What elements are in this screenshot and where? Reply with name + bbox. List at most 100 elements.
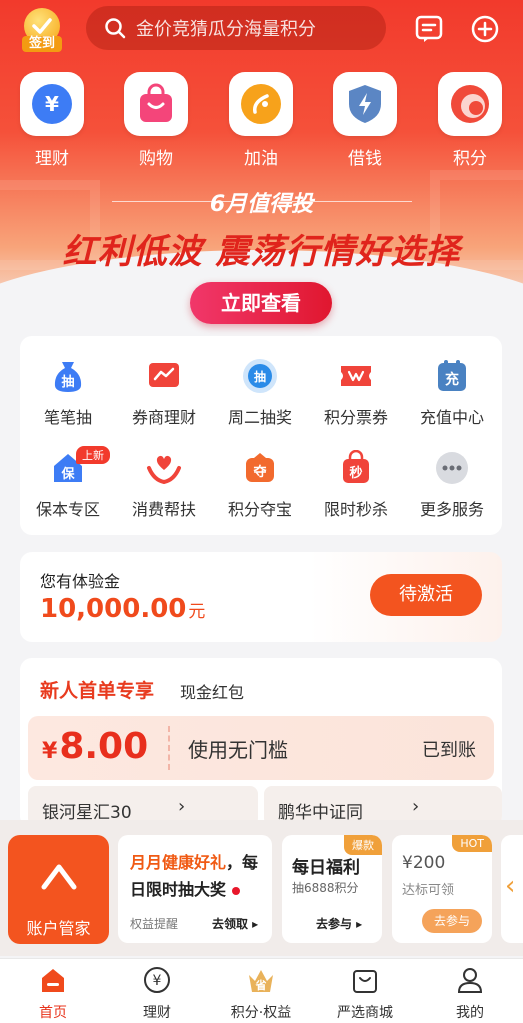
crown-points-icon: 省 [249,970,273,992]
service-label: 积分票券 [323,408,388,427]
promo-tag: 权益提醒 [130,917,179,931]
service-label: 积分夺宝 [227,500,292,519]
service-consumer-aid[interactable]: 消费帮扶 [116,450,212,520]
add-icon[interactable] [470,14,500,44]
experience-title: 您有体验金 [40,572,121,591]
cash-coupon[interactable]: ¥8.00 使用无门槛 已到账 [28,716,494,780]
quick-item-loan[interactable]: 借钱 [330,72,400,169]
new-badge: 上新 [76,446,110,464]
reward-card[interactable]: HOT ¥200 达标可领 去参与 [392,835,492,943]
recharge-icon: 充 [438,360,466,391]
service-more[interactable]: 更多服务 [404,450,500,520]
service-label: 消费帮扶 [131,500,196,519]
money-bag-icon: 抽 [54,362,82,392]
floating-promo-bar: 账户管家 月月健康好礼，每日限时抽大奖 权益提醒 去领取 ▸ 爆款 每日福利 抽… [0,820,523,956]
reward-desc: 达标可领 [402,883,455,898]
new-user-section: 新人首单专享 现金红包 ¥8.00 使用无门槛 已到账 银河星汇30 › 鹏华中… [20,658,502,828]
dot-icon [232,886,241,895]
banner-view-button[interactable]: 立即查看 [190,282,332,324]
tab-label: 积分·权益 [230,1005,292,1021]
shopping-bag-outline-icon [353,970,377,993]
svg-text:夺: 夺 [252,464,267,480]
service-tuesday-lottery[interactable]: 抽 周二抽奖 [212,358,308,428]
search-placeholder: 金价竞猜瓜分海量积分 [136,19,316,40]
service-recharge[interactable]: 充 充值中心 [404,358,500,428]
join-button[interactable]: 去参与 [422,909,482,933]
svg-text:抽: 抽 [61,374,74,390]
activate-button[interactable]: 待激活 [370,574,482,616]
service-label: 周二抽奖 [227,408,292,427]
service-label: 笔笔抽 [43,408,92,427]
search-icon [105,18,126,39]
tab-finance[interactable]: ¥ 理财 [112,965,202,1022]
new-user-subtitle: 现金红包 [180,683,245,702]
service-flash-sale[interactable]: 秒 限时秒杀 [308,449,404,520]
chevron-right-icon: › [178,796,186,817]
service-bibichou[interactable]: 抽 笔笔抽 [20,358,116,428]
claim-link[interactable]: 去领取 ▸ [212,915,258,932]
chart-icon [149,363,179,387]
helping-hands-icon [147,455,181,485]
coupon-description: 使用无门槛 [188,738,288,762]
join-link[interactable]: 去参与 ▸ [316,915,362,932]
shopping-bag-icon [124,72,188,136]
flash-sale-bag-icon: 秒 [343,449,369,483]
service-label: 充值中心 [419,408,484,427]
service-broker-finance[interactable]: 券商理财 [116,358,212,428]
quick-item-label: 购物 [139,149,173,169]
tab-home[interactable]: 首页 [8,965,98,1022]
message-icon[interactable] [414,14,444,44]
tab-label: 首页 [39,1005,67,1021]
quick-item-fuel[interactable]: 加油 [226,72,296,169]
svg-text:充: 充 [445,371,459,388]
services-grid: 抽 笔笔抽 券商理财 抽 周二抽奖 积分票券 充 充值中心 保 上新 保本专区 … [20,336,502,535]
service-guarantee[interactable]: 保 上新 保本专区 [20,446,116,520]
coupon-amount: ¥8.00 [42,726,149,767]
chevron-up-icon [41,864,77,890]
lightning-shield-icon [333,72,397,136]
yen-circle-icon: ¥ [20,72,84,136]
home-icon [42,969,64,992]
svg-text:保: 保 [60,466,75,482]
experience-fund-card[interactable]: 您有体验金 10,000.00 元 待激活 [20,552,502,642]
ticket-icon [341,366,371,386]
quick-item-shopping[interactable]: 购物 [121,72,191,169]
treasure-icon: 夺 [246,453,274,482]
quick-item-licai[interactable]: ¥ 理财 [17,72,87,169]
quick-item-points[interactable]: 积分 [435,72,505,169]
svg-text:¥: ¥ [153,973,162,989]
quick-item-label: 积分 [453,149,487,169]
promo-title: 月月健康好礼，每日限时抽大奖 [130,853,259,899]
account-manager-button[interactable]: 账户管家 [8,835,109,944]
quick-actions: ¥ 理财 购物 加油 借钱 积分 [0,72,523,172]
banner-title[interactable]: 红利低波 震荡行情好选择 [0,224,523,273]
checkin-label: 签到 [22,36,62,52]
hot-badge: HOT [452,835,492,852]
tab-label: 严选商城 [337,1005,393,1021]
tab-mine[interactable]: 我的 [425,965,515,1022]
new-user-title: 新人首单专享 [40,680,155,702]
points-swirl-icon [438,72,502,136]
daily-welfare-card[interactable]: 爆款 每日福利 抽6888积分 去参与 ▸ [282,835,382,943]
user-icon [457,968,483,993]
checkin-button[interactable]: 签到 [22,8,62,52]
tab-points[interactable]: 省 积分·权益 [216,965,306,1022]
more-dots-icon [436,452,468,484]
yen-icon: ¥ [144,967,170,993]
chevron-left-icon: ‹ [505,871,516,901]
tab-label: 理财 [143,1005,171,1021]
tab-store[interactable]: 严选商城 [320,965,410,1022]
service-label: 保本专区 [35,500,100,519]
tab-label: 我的 [456,1005,484,1021]
quick-item-label: 理财 [35,149,69,169]
search-bar[interactable]: 金价竞猜瓜分海量积分 [86,6,386,50]
fuel-drop-icon [229,72,293,136]
service-points-treasure[interactable]: 夺 积分夺宝 [212,450,308,520]
service-points-tickets[interactable]: 积分票券 [308,358,404,428]
expand-panel-button[interactable]: ‹ [501,835,523,943]
lottery-icon: 抽 [243,359,277,393]
svg-text:秒: 秒 [349,465,362,481]
health-promo-card[interactable]: 月月健康好礼，每日限时抽大奖 权益提醒 去领取 ▸ [118,835,272,943]
svg-text:抽: 抽 [254,369,266,384]
hot-badge: 爆款 [344,835,382,855]
